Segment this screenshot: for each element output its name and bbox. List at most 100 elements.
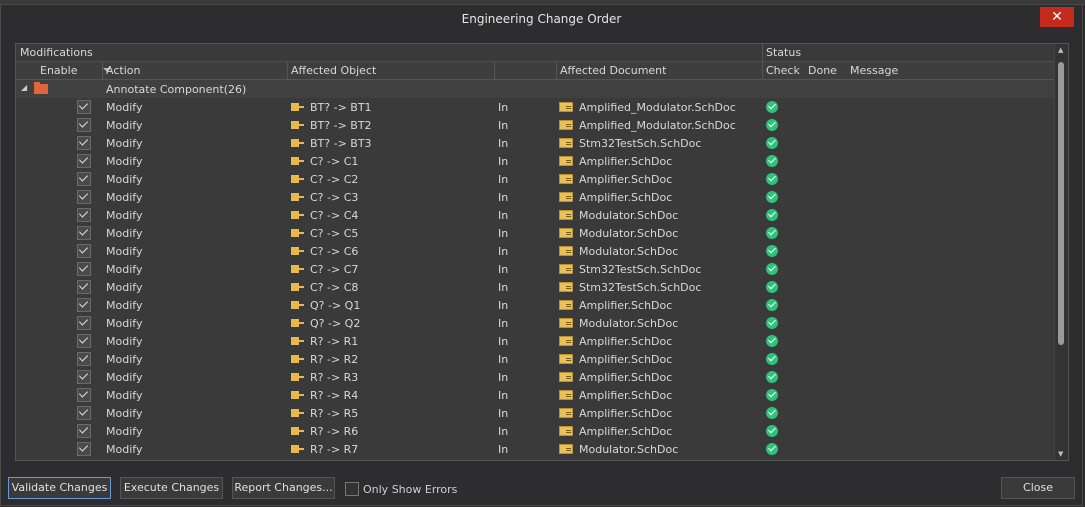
- affected-object-cell: R? -> R1: [310, 335, 359, 348]
- table-row[interactable]: Modify C? -> C3 In Amplifier.SchDoc: [16, 188, 1055, 206]
- only-show-errors-checkbox[interactable]: [345, 482, 359, 496]
- action-cell: Modify: [106, 317, 143, 330]
- close-button[interactable]: Close: [1001, 477, 1075, 499]
- enable-checkbox[interactable]: [77, 172, 91, 186]
- enable-checkbox[interactable]: [77, 388, 91, 402]
- enable-checkbox[interactable]: [77, 100, 91, 114]
- action-cell: Modify: [106, 209, 143, 222]
- direction-cell: In: [498, 425, 509, 438]
- affected-document-cell: Amplifier.SchDoc: [579, 173, 673, 186]
- check-ok-icon: [766, 371, 778, 383]
- schdoc-icon: [559, 300, 573, 310]
- table-row[interactable]: Modify R? -> R4 In Amplifier.SchDoc: [16, 386, 1055, 404]
- col-affected-document[interactable]: Affected Document: [560, 64, 666, 77]
- schdoc-icon: [559, 156, 573, 166]
- affected-document-cell: Amplifier.SchDoc: [579, 299, 673, 312]
- component-icon: [291, 301, 304, 309]
- table-row[interactable]: Modify C? -> C8 In Stm32TestSch.SchDoc: [16, 278, 1055, 296]
- enable-checkbox[interactable]: [77, 406, 91, 420]
- component-icon: [291, 391, 304, 399]
- enable-checkbox[interactable]: [77, 298, 91, 312]
- action-cell: Modify: [106, 263, 143, 276]
- enable-checkbox[interactable]: [77, 352, 91, 366]
- table-row[interactable]: Modify Q? -> Q1 In Amplifier.SchDoc: [16, 296, 1055, 314]
- col-enable[interactable]: Enable: [40, 64, 77, 77]
- enable-checkbox[interactable]: [77, 424, 91, 438]
- table-row[interactable]: Modify C? -> C1 In Amplifier.SchDoc: [16, 152, 1055, 170]
- table-row[interactable]: Modify R? -> R1 In Amplifier.SchDoc: [16, 332, 1055, 350]
- table-row[interactable]: Modify R? -> R7 In Modulator.SchDoc: [16, 440, 1055, 458]
- enable-checkbox[interactable]: [77, 208, 91, 222]
- action-cell: Modify: [106, 407, 143, 420]
- enable-checkbox[interactable]: [77, 280, 91, 294]
- schdoc-icon: [559, 318, 573, 328]
- enable-checkbox[interactable]: [77, 190, 91, 204]
- action-cell: Modify: [106, 137, 143, 150]
- table-row[interactable]: Modify R? -> R2 In Amplifier.SchDoc: [16, 350, 1055, 368]
- affected-document-cell: Stm32TestSch.SchDoc: [579, 263, 702, 276]
- vertical-scrollbar[interactable]: ▲ ▼: [1054, 44, 1068, 460]
- affected-object-cell: Q? -> Q2: [310, 317, 361, 330]
- table-row[interactable]: Modify Q? -> Q2 In Modulator.SchDoc: [16, 314, 1055, 332]
- action-cell: Modify: [106, 245, 143, 258]
- enable-checkbox[interactable]: [77, 154, 91, 168]
- enable-checkbox[interactable]: [77, 442, 91, 456]
- report-changes-button[interactable]: Report Changes...: [232, 477, 335, 499]
- collapse-icon[interactable]: ◢: [21, 83, 27, 92]
- col-affected-object[interactable]: Affected Object: [291, 64, 376, 77]
- schdoc-icon: [559, 246, 573, 256]
- schdoc-icon: [559, 120, 573, 130]
- affected-document-cell: Modulator.SchDoc: [579, 317, 679, 330]
- table-row[interactable]: Modify C? -> C2 In Amplifier.SchDoc: [16, 170, 1055, 188]
- execute-changes-button[interactable]: Execute Changes: [120, 477, 223, 499]
- affected-document-cell: Amplifier.SchDoc: [579, 425, 673, 438]
- only-show-errors-label: Only Show Errors: [363, 483, 458, 496]
- col-divider: [762, 62, 763, 79]
- affected-object-cell: R? -> R4: [310, 389, 359, 402]
- table-row[interactable]: Modify R? -> R6 In Amplifier.SchDoc: [16, 422, 1055, 440]
- col-divider: [556, 62, 557, 79]
- table-row[interactable]: Modify BT? -> BT2 In Amplified_Modulator.Sc…: [16, 116, 1055, 134]
- group-status: Status: [766, 46, 802, 59]
- table-row[interactable]: Modify R? -> R5 In Amplifier.SchDoc: [16, 404, 1055, 422]
- enable-checkbox[interactable]: [77, 118, 91, 132]
- component-icon: [291, 427, 304, 435]
- enable-checkbox[interactable]: [77, 334, 91, 348]
- affected-document-cell: Amplifier.SchDoc: [579, 371, 673, 384]
- schdoc-icon: [559, 408, 573, 418]
- check-ok-icon: [766, 245, 778, 257]
- check-ok-icon: [766, 101, 778, 113]
- parent-row[interactable]: ◢ Annotate Component(26): [16, 80, 1055, 98]
- validate-changes-button[interactable]: Validate Changes: [8, 477, 111, 499]
- schdoc-icon: [559, 390, 573, 400]
- table-row[interactable]: Modify BT? -> BT3 In Stm32TestSch.SchDoc: [16, 134, 1055, 152]
- col-message[interactable]: Message: [850, 64, 898, 77]
- table-row[interactable]: Modify C? -> C5 In Modulator.SchDoc: [16, 224, 1055, 242]
- component-icon: [291, 337, 304, 345]
- col-check[interactable]: Check: [766, 64, 800, 77]
- table-row[interactable]: Modify C? -> C6 In Modulator.SchDoc: [16, 242, 1055, 260]
- table-row[interactable]: Modify C? -> C7 In Stm32TestSch.SchDoc: [16, 260, 1055, 278]
- enable-checkbox[interactable]: [77, 244, 91, 258]
- col-done[interactable]: Done: [808, 64, 837, 77]
- schdoc-icon: [559, 102, 573, 112]
- affected-document-cell: Amplifier.SchDoc: [579, 389, 673, 402]
- enable-checkbox[interactable]: [77, 370, 91, 384]
- affected-object-cell: C? -> C8: [310, 281, 359, 294]
- action-cell: Modify: [106, 155, 143, 168]
- col-action[interactable]: Action: [106, 64, 140, 77]
- scroll-up-icon[interactable]: ▲: [1058, 46, 1063, 54]
- component-icon: [291, 193, 304, 201]
- scroll-thumb[interactable]: [1058, 62, 1064, 345]
- action-cell: Modify: [106, 101, 143, 114]
- table-row[interactable]: Modify C? -> C4 In Modulator.SchDoc: [16, 206, 1055, 224]
- enable-checkbox[interactable]: [77, 262, 91, 276]
- table-row[interactable]: Modify R? -> R3 In Amplifier.SchDoc: [16, 368, 1055, 386]
- scroll-down-icon[interactable]: ▼: [1058, 450, 1063, 458]
- enable-checkbox[interactable]: [77, 136, 91, 150]
- close-icon[interactable]: ✕: [1040, 7, 1074, 27]
- table-row[interactable]: Modify BT? -> BT1 In Amplified_Modulator.Sc…: [16, 98, 1055, 116]
- component-icon: [291, 121, 304, 129]
- enable-checkbox[interactable]: [77, 226, 91, 240]
- enable-checkbox[interactable]: [77, 316, 91, 330]
